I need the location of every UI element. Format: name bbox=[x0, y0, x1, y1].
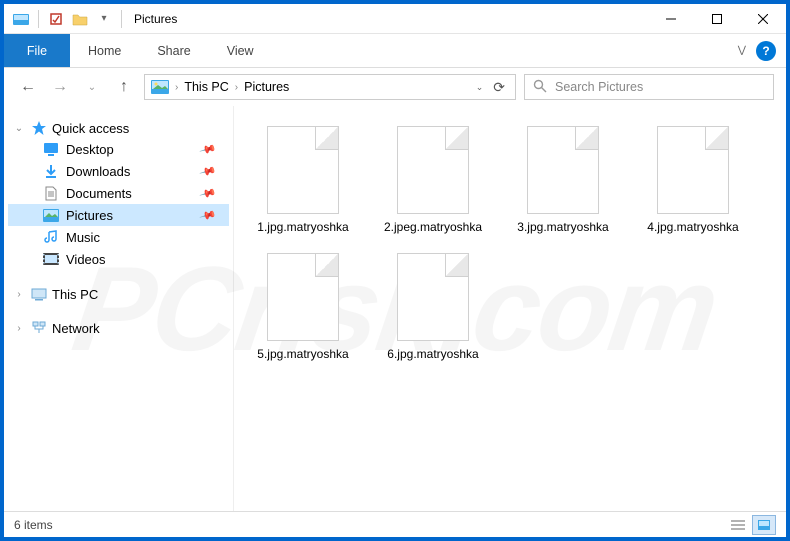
sidebar-item-label: Desktop bbox=[66, 142, 114, 157]
sidebar-item-downloads[interactable]: Downloads 📌 bbox=[8, 160, 229, 182]
documents-icon bbox=[42, 185, 60, 201]
pictures-icon bbox=[42, 207, 60, 223]
navigation-pane: ⌄ Quick access Desktop 📌 Downloads 📌 Do bbox=[4, 106, 234, 511]
file-item[interactable]: 5.jpg.matryoshka bbox=[244, 253, 362, 362]
qat-newfolder-icon[interactable] bbox=[69, 8, 91, 30]
nav-recent-dropdown[interactable]: ⌄ bbox=[80, 75, 104, 99]
file-name: 4.jpg.matryoshka bbox=[647, 220, 738, 235]
status-bar: 6 items bbox=[4, 511, 786, 537]
file-item[interactable]: 3.jpg.matryoshka bbox=[504, 126, 622, 235]
sidebar-item-label: Videos bbox=[66, 252, 106, 267]
nav-this-pc[interactable]: › This PC bbox=[8, 284, 229, 304]
help-icon[interactable]: ? bbox=[756, 41, 776, 61]
nav-up-button[interactable]: ↑ bbox=[112, 75, 136, 99]
ribbon: File Home Share View ⋁ ? bbox=[4, 34, 786, 68]
explorer-window: ▾ Pictures File Home Share View ⋁ ? ← → … bbox=[4, 4, 786, 537]
network-icon bbox=[30, 320, 48, 336]
file-icon bbox=[267, 253, 339, 341]
downloads-icon bbox=[42, 163, 60, 179]
chevron-down-icon: ⌄ bbox=[12, 123, 26, 134]
file-icon bbox=[267, 126, 339, 214]
tab-share[interactable]: Share bbox=[139, 34, 208, 67]
pictures-location-icon bbox=[151, 79, 169, 95]
qat-properties-icon[interactable] bbox=[45, 8, 67, 30]
sidebar-item-label: Music bbox=[66, 230, 100, 245]
file-grid: 1.jpg.matryoshka 2.jpeg.matryoshka 3.jpg… bbox=[244, 126, 776, 362]
file-name: 2.jpeg.matryoshka bbox=[384, 220, 482, 235]
sidebar-item-label: Pictures bbox=[66, 208, 113, 223]
maximize-button[interactable] bbox=[694, 4, 740, 34]
address-dropdown-icon[interactable]: ⌄ bbox=[476, 82, 484, 93]
pin-icon: 📌 bbox=[199, 184, 217, 202]
refresh-button[interactable]: ⟳ bbox=[489, 79, 509, 96]
search-input[interactable]: Search Pictures bbox=[524, 74, 774, 100]
breadcrumb-pictures[interactable]: Pictures bbox=[244, 80, 289, 94]
sidebar-item-documents[interactable]: Documents 📌 bbox=[8, 182, 229, 204]
sidebar-item-music[interactable]: Music bbox=[8, 226, 229, 248]
file-item[interactable]: 4.jpg.matryoshka bbox=[634, 126, 752, 235]
file-icon bbox=[657, 126, 729, 214]
nav-this-pc-label: This PC bbox=[52, 287, 98, 302]
computer-icon bbox=[30, 286, 48, 302]
sidebar-item-label: Documents bbox=[66, 186, 132, 201]
sidebar-item-videos[interactable]: Videos bbox=[8, 248, 229, 270]
content-area[interactable]: 1.jpg.matryoshka 2.jpeg.matryoshka 3.jpg… bbox=[234, 106, 786, 511]
search-placeholder: Search Pictures bbox=[555, 80, 643, 94]
nav-forward-button[interactable]: → bbox=[48, 75, 72, 99]
desktop-icon bbox=[42, 141, 60, 157]
music-icon bbox=[42, 229, 60, 245]
file-item[interactable]: 6.jpg.matryoshka bbox=[374, 253, 492, 362]
sidebar-item-desktop[interactable]: Desktop 📌 bbox=[8, 138, 229, 160]
breadcrumb-this-pc[interactable]: This PC bbox=[184, 80, 228, 94]
videos-icon bbox=[42, 251, 60, 267]
nav-network[interactable]: › Network bbox=[8, 318, 229, 338]
ribbon-expand-icon[interactable]: ⋁ bbox=[738, 45, 746, 56]
sidebar-item-pictures[interactable]: Pictures 📌 bbox=[8, 204, 229, 226]
minimize-button[interactable] bbox=[648, 4, 694, 34]
address-bar[interactable]: › This PC › Pictures ⌄ ⟳ bbox=[144, 74, 516, 100]
status-item-count: 6 items bbox=[14, 518, 53, 532]
pin-icon: 📌 bbox=[199, 162, 217, 180]
file-icon bbox=[527, 126, 599, 214]
nav-back-button[interactable]: ← bbox=[16, 75, 40, 99]
view-large-icons-button[interactable] bbox=[752, 515, 776, 535]
chevron-right-icon[interactable]: › bbox=[235, 82, 238, 93]
nav-network-label: Network bbox=[52, 321, 100, 336]
nav-quick-access-label: Quick access bbox=[52, 121, 129, 136]
chevron-right-icon: › bbox=[12, 289, 26, 300]
star-icon bbox=[30, 120, 48, 136]
qat-separator bbox=[38, 10, 39, 28]
file-icon bbox=[397, 126, 469, 214]
file-name: 3.jpg.matryoshka bbox=[517, 220, 608, 235]
nav-quick-access[interactable]: ⌄ Quick access bbox=[8, 118, 229, 138]
titlebar: ▾ Pictures bbox=[4, 4, 786, 34]
view-details-button[interactable] bbox=[726, 515, 750, 535]
address-bar-row: ← → ⌄ ↑ › This PC › Pictures ⌄ ⟳ Search … bbox=[4, 68, 786, 106]
file-name: 6.jpg.matryoshka bbox=[387, 347, 478, 362]
chevron-right-icon[interactable]: › bbox=[175, 82, 178, 93]
file-item[interactable]: 1.jpg.matryoshka bbox=[244, 126, 362, 235]
file-name: 1.jpg.matryoshka bbox=[257, 220, 348, 235]
body-area: PCrisk.com ⌄ Quick access Desktop 📌 Down… bbox=[4, 106, 786, 511]
file-icon bbox=[397, 253, 469, 341]
chevron-right-icon: › bbox=[12, 323, 26, 334]
qat-dropdown-icon[interactable]: ▾ bbox=[93, 8, 115, 30]
file-tab[interactable]: File bbox=[4, 34, 70, 67]
file-name: 5.jpg.matryoshka bbox=[257, 347, 348, 362]
close-button[interactable] bbox=[740, 4, 786, 34]
app-icon bbox=[10, 8, 32, 30]
tab-home[interactable]: Home bbox=[70, 34, 139, 67]
sidebar-item-label: Downloads bbox=[66, 164, 130, 179]
file-item[interactable]: 2.jpeg.matryoshka bbox=[374, 126, 492, 235]
pin-icon: 📌 bbox=[199, 206, 217, 224]
search-icon bbox=[533, 79, 547, 96]
qat-separator bbox=[121, 10, 122, 28]
window-title: Pictures bbox=[134, 12, 177, 26]
tab-view[interactable]: View bbox=[209, 34, 272, 67]
pin-icon: 📌 bbox=[199, 140, 217, 158]
